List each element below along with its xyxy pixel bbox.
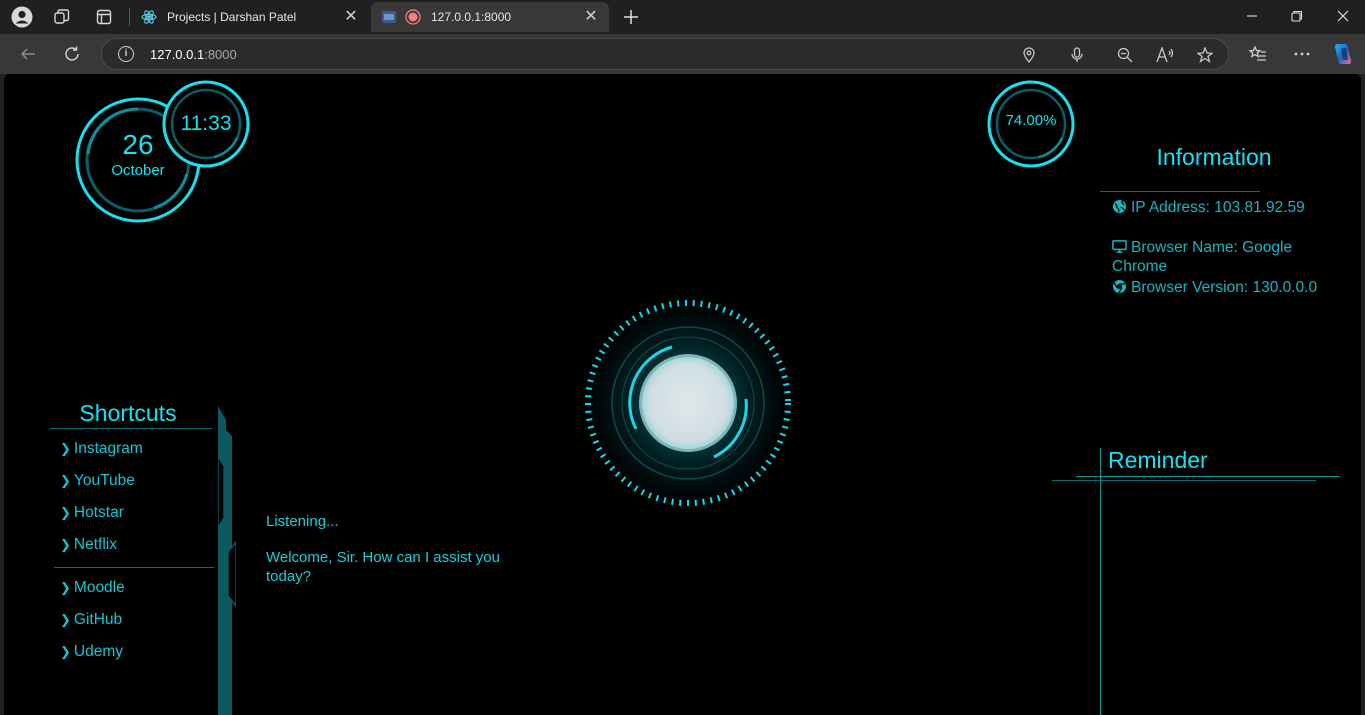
zoom-out-icon[interactable] [1115, 45, 1135, 65]
favorite-star-icon[interactable] [1195, 45, 1215, 65]
back-icon[interactable] [16, 42, 40, 66]
shortcuts-title: Shortcuts [79, 400, 177, 426]
close-window-icon[interactable] [1331, 4, 1355, 28]
chevron-right-icon: ❯ [60, 537, 71, 552]
reminder-divider [1076, 476, 1340, 477]
browser-version-row: Browser Version: 130.0.0.0 [1112, 278, 1332, 297]
chevron-right-icon: ❯ [60, 473, 71, 488]
chevron-right-icon: ❯ [60, 580, 71, 595]
react-icon [141, 9, 157, 25]
recording-icon [405, 9, 421, 25]
chevron-right-icon: ❯ [60, 505, 71, 520]
assistant-orb[interactable] [574, 289, 802, 517]
location-icon[interactable] [1019, 45, 1039, 65]
profile-icon[interactable] [10, 5, 34, 29]
shortcuts-group-divider [54, 567, 214, 568]
chevron-right-icon: ❯ [60, 441, 71, 456]
sidebar-decor-bar [218, 406, 236, 715]
battery-percentage: 74.00% [1005, 112, 1057, 129]
workspaces-icon[interactable] [50, 5, 74, 29]
assistant-message: Welcome, Sir. How can I assist you today… [266, 549, 500, 585]
reload-icon[interactable] [60, 42, 84, 66]
shortcut-netflix[interactable]: ❯ Netflix [60, 536, 117, 554]
listening-status: Listening... [266, 513, 339, 530]
chevron-right-icon: ❯ [60, 612, 71, 627]
browser-tab-bar: Projects | Darshan Patel ✕ 127.0.0.1:800… [0, 0, 1365, 34]
tab-actions-icon[interactable] [92, 5, 116, 29]
url-text: 127.0.0.1:8000 [150, 47, 237, 62]
jarvis-dashboard: 26 October 11:33 74.00% Information IP A… [4, 74, 1361, 715]
reminder-title: Reminder [1108, 447, 1208, 473]
address-bar[interactable]: i 127.0.0.1:8000 [101, 38, 1229, 70]
tab-title: Projects | Darshan Patel [167, 10, 297, 24]
ip-address-row: IP Address: 103.81.92.59 [1112, 198, 1332, 217]
shortcut-github[interactable]: ❯ GitHub [60, 611, 122, 629]
close-tab-icon[interactable]: ✕ [583, 9, 599, 25]
favorites-icon[interactable] [1246, 42, 1270, 66]
new-tab-icon[interactable] [619, 5, 643, 29]
shortcut-moodle[interactable]: ❯ Moodle [60, 579, 125, 597]
tab-group-icon [381, 9, 397, 25]
shortcut-instagram[interactable]: ❯ Instagram [60, 440, 143, 458]
shortcut-hotstar[interactable]: ❯ Hotstar [60, 504, 124, 522]
minimize-icon[interactable] [1240, 4, 1264, 28]
tab-localhost[interactable]: 127.0.0.1:8000 ✕ [371, 2, 609, 32]
site-info-icon[interactable]: i [118, 46, 134, 62]
microphone-icon[interactable] [1067, 45, 1087, 65]
shortcut-youtube[interactable]: ❯ YouTube [60, 472, 135, 490]
information-title: Information [1156, 144, 1272, 170]
chevron-right-icon: ❯ [60, 644, 71, 659]
monitor-icon [1112, 240, 1127, 253]
read-aloud-icon[interactable] [1155, 45, 1175, 65]
information-divider [1100, 191, 1260, 192]
tab-projects[interactable]: Projects | Darshan Patel ✕ [131, 2, 369, 32]
browser-toolbar: i 127.0.0.1:8000 [0, 34, 1365, 74]
more-options-icon[interactable] [1290, 42, 1314, 66]
globe-icon [1112, 199, 1127, 214]
tab-title: 127.0.0.1:8000 [431, 10, 512, 24]
copilot-icon[interactable] [1331, 42, 1355, 66]
shortcuts-divider [50, 428, 212, 429]
close-tab-icon[interactable]: ✕ [343, 9, 359, 25]
chrome-icon [1112, 279, 1127, 294]
clock-time: 11:33 [180, 112, 232, 135]
reminder-divider-secondary [1052, 480, 1316, 481]
reminder-vertical-line [1100, 448, 1101, 715]
shortcut-udemy[interactable]: ❯ Udemy [60, 643, 123, 661]
restore-icon[interactable] [1285, 4, 1309, 28]
browser-name-row: Browser Name: Google Chrome [1112, 239, 1293, 275]
